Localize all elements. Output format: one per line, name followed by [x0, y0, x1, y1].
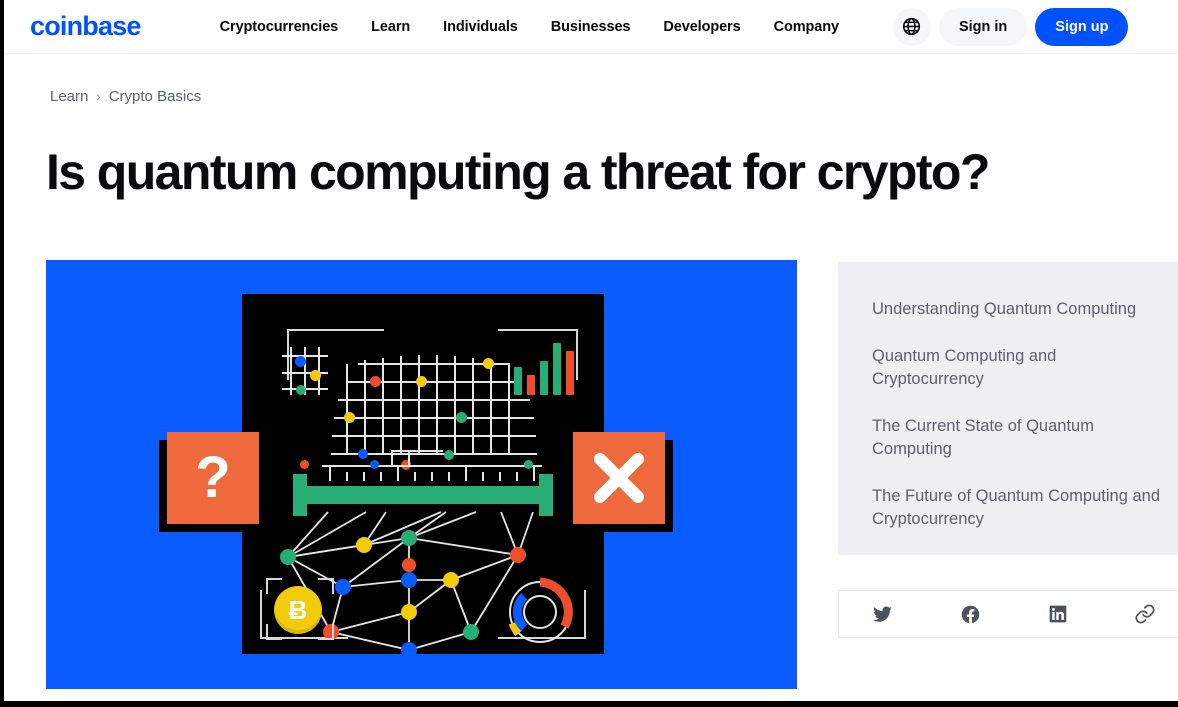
bitcoin-icon: Ƀ: [274, 586, 322, 634]
twitter-icon: [873, 606, 893, 622]
table-of-contents: Understanding Quantum Computing Quantum …: [838, 262, 1178, 555]
nav-item-cryptocurrencies[interactable]: Cryptocurrencies: [220, 19, 339, 35]
linkedin-icon: [1049, 605, 1067, 623]
sign-in-button[interactable]: Sign in: [938, 7, 1028, 46]
hero-illustration: Ƀ ?: [46, 260, 797, 689]
breadcrumb: Learn › Crypto Basics: [50, 88, 201, 105]
nav-item-learn[interactable]: Learn: [371, 19, 410, 35]
nav-item-businesses[interactable]: Businesses: [551, 19, 631, 35]
header-actions: Sign in Sign up: [892, 7, 1129, 46]
page-edge-bottom: [0, 701, 1178, 707]
nav-item-developers[interactable]: Developers: [663, 19, 740, 35]
page-edge-left: [0, 0, 4, 707]
share-bar: [838, 590, 1178, 638]
share-facebook-button[interactable]: [927, 591, 1015, 637]
toc-item-2[interactable]: The Current State of Quantum Computing: [872, 415, 1160, 461]
toc-item-1[interactable]: Quantum Computing and Cryptocurrency: [872, 345, 1160, 391]
facebook-icon: [961, 605, 980, 623]
share-twitter-button[interactable]: [839, 591, 927, 637]
link-icon: [1135, 604, 1155, 624]
toc-item-0[interactable]: Understanding Quantum Computing: [872, 298, 1160, 321]
main-navigation: Cryptocurrencies Learn Individuals Busin…: [220, 19, 839, 35]
donut-chart: [508, 577, 573, 643]
page-title: Is quantum computing a threat for crypto…: [46, 144, 990, 200]
site-header: coinbase Cryptocurrencies Learn Individu…: [4, 0, 1178, 54]
breadcrumb-crypto-basics[interactable]: Crypto Basics: [109, 88, 202, 105]
nav-item-individuals[interactable]: Individuals: [443, 19, 518, 35]
question-mark-square: ?: [167, 432, 259, 524]
x-mark-square: [573, 432, 665, 524]
copy-link-button[interactable]: [1102, 591, 1178, 637]
language-selector-button[interactable]: [892, 7, 931, 46]
page-root: coinbase Cryptocurrencies Learn Individu…: [0, 0, 1178, 707]
nav-item-company[interactable]: Company: [774, 19, 839, 35]
toc-item-3[interactable]: The Future of Quantum Computing and Cryp…: [872, 485, 1160, 531]
close-x-icon: [594, 453, 644, 503]
globe-icon: [903, 17, 921, 36]
breadcrumb-separator-icon: ›: [96, 89, 101, 104]
sign-up-button[interactable]: Sign up: [1035, 7, 1129, 46]
share-linkedin-button[interactable]: [1014, 591, 1102, 637]
breadcrumb-learn[interactable]: Learn: [50, 88, 88, 105]
article-hero-image: Ƀ ?: [46, 260, 797, 689]
coinbase-logo[interactable]: coinbase: [30, 11, 141, 42]
